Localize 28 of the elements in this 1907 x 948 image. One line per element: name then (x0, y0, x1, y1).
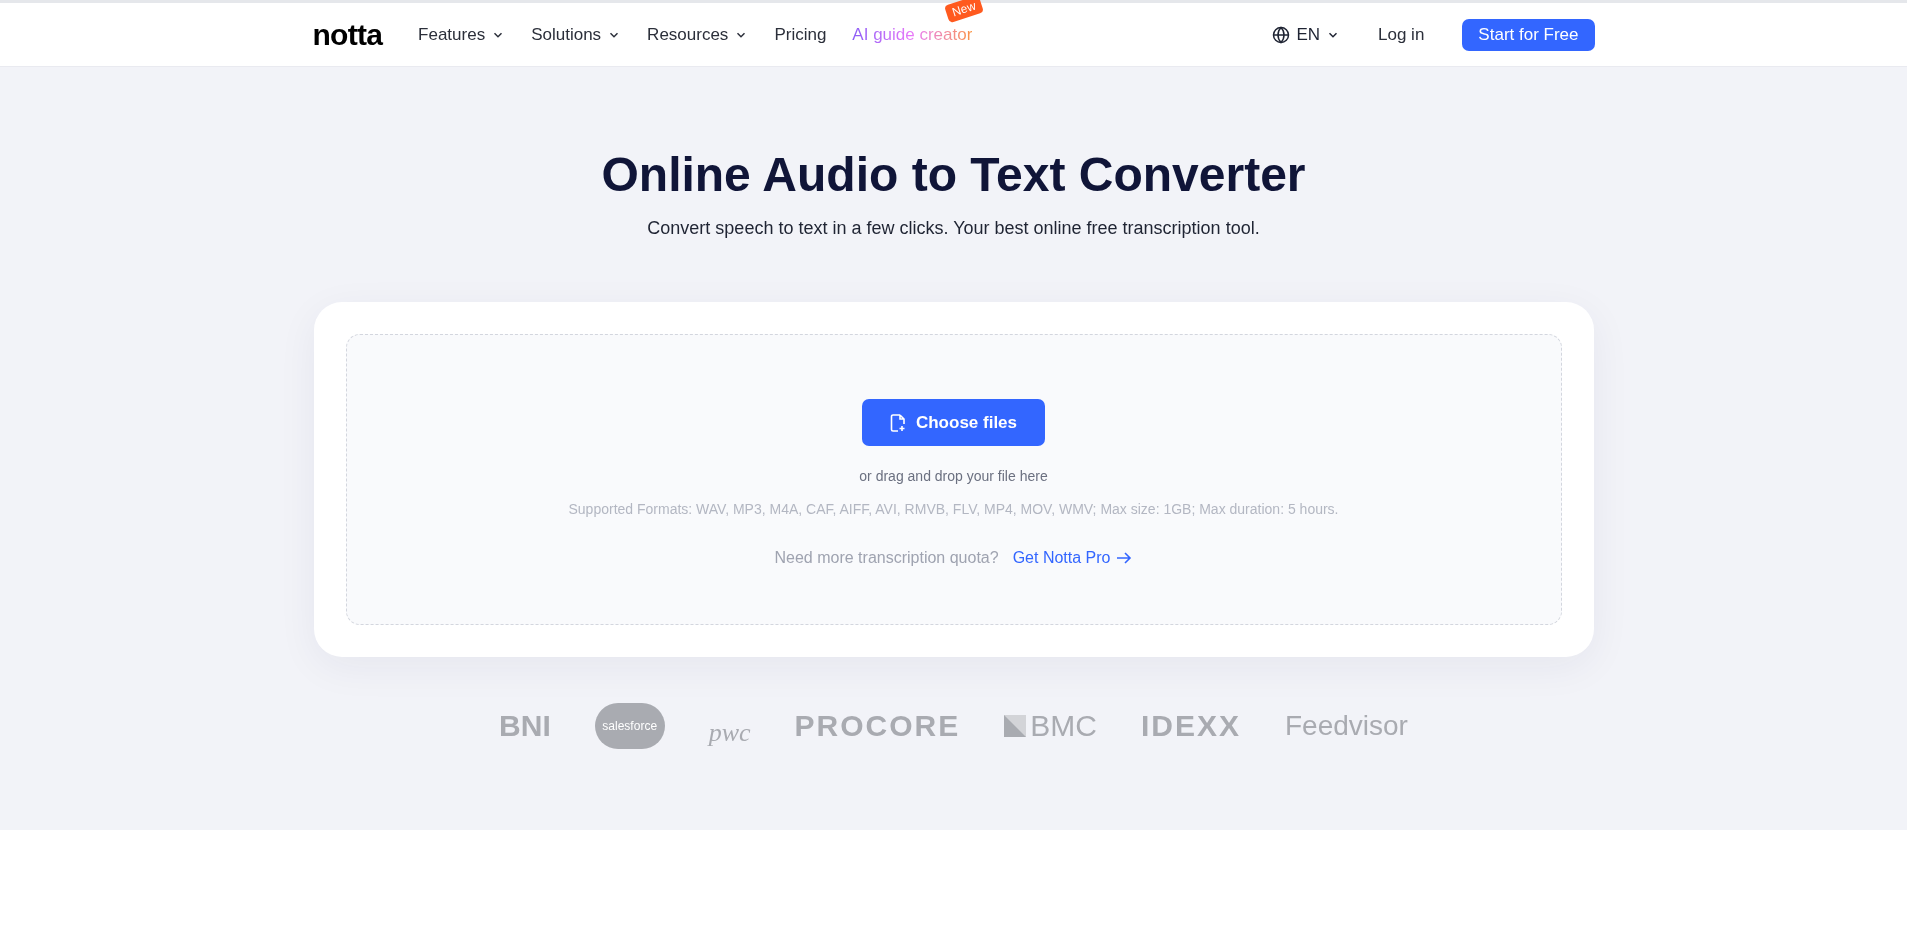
choose-files-button[interactable]: Choose files (862, 399, 1045, 446)
quota-text: Need more transcription quota? (774, 548, 999, 568)
start-for-free-button[interactable]: Start for Free (1462, 18, 1595, 51)
get-notta-pro-link[interactable]: Get Notta Pro (1012, 546, 1133, 570)
company-logo: PROCORE (794, 708, 961, 744)
nav-menu[interactable]: Resources (647, 21, 749, 48)
company-logo: IDEXX (1140, 708, 1241, 744)
page-subtitle: Convert speech to text in a few clicks. Your best online free transcription tool. (647, 217, 1260, 240)
supported-formats-text: Supported Formats: WAV, MP3, M4A, CAF, AIFF, AVI, RMVB, FLV, MP4, MOV, WMV; Max size: 1GB; Max duration: 5 hours. (568, 500, 1339, 519)
company-logo: salesforce (594, 702, 665, 749)
drop-zone[interactable] (345, 334, 1562, 625)
drag-drop-hint: or drag and drop your file here (859, 467, 1048, 486)
new-badge: New (944, 0, 985, 23)
login-link[interactable]: Log in (1378, 21, 1425, 48)
nav-menu[interactable]: Features (418, 21, 506, 48)
globe-icon (1272, 25, 1291, 44)
company-logo: Feedvisor (1285, 708, 1408, 743)
company-logo: BMC (1004, 703, 1097, 748)
file-add-icon (889, 413, 906, 432)
notta-logo[interactable]: notta (312, 19, 383, 50)
triangle-square-icon (1004, 714, 1027, 737)
company-logo: BNI (499, 708, 551, 744)
arrow-right-icon (1116, 551, 1133, 565)
nav-menu[interactable]: Solutions (531, 21, 622, 48)
language-selector[interactable]: EN (1272, 21, 1341, 48)
page-title: Online Audio to Text Converter (601, 147, 1306, 203)
company-logo: pwc (708, 717, 751, 749)
nav-link[interactable]: Pricing (774, 21, 827, 48)
